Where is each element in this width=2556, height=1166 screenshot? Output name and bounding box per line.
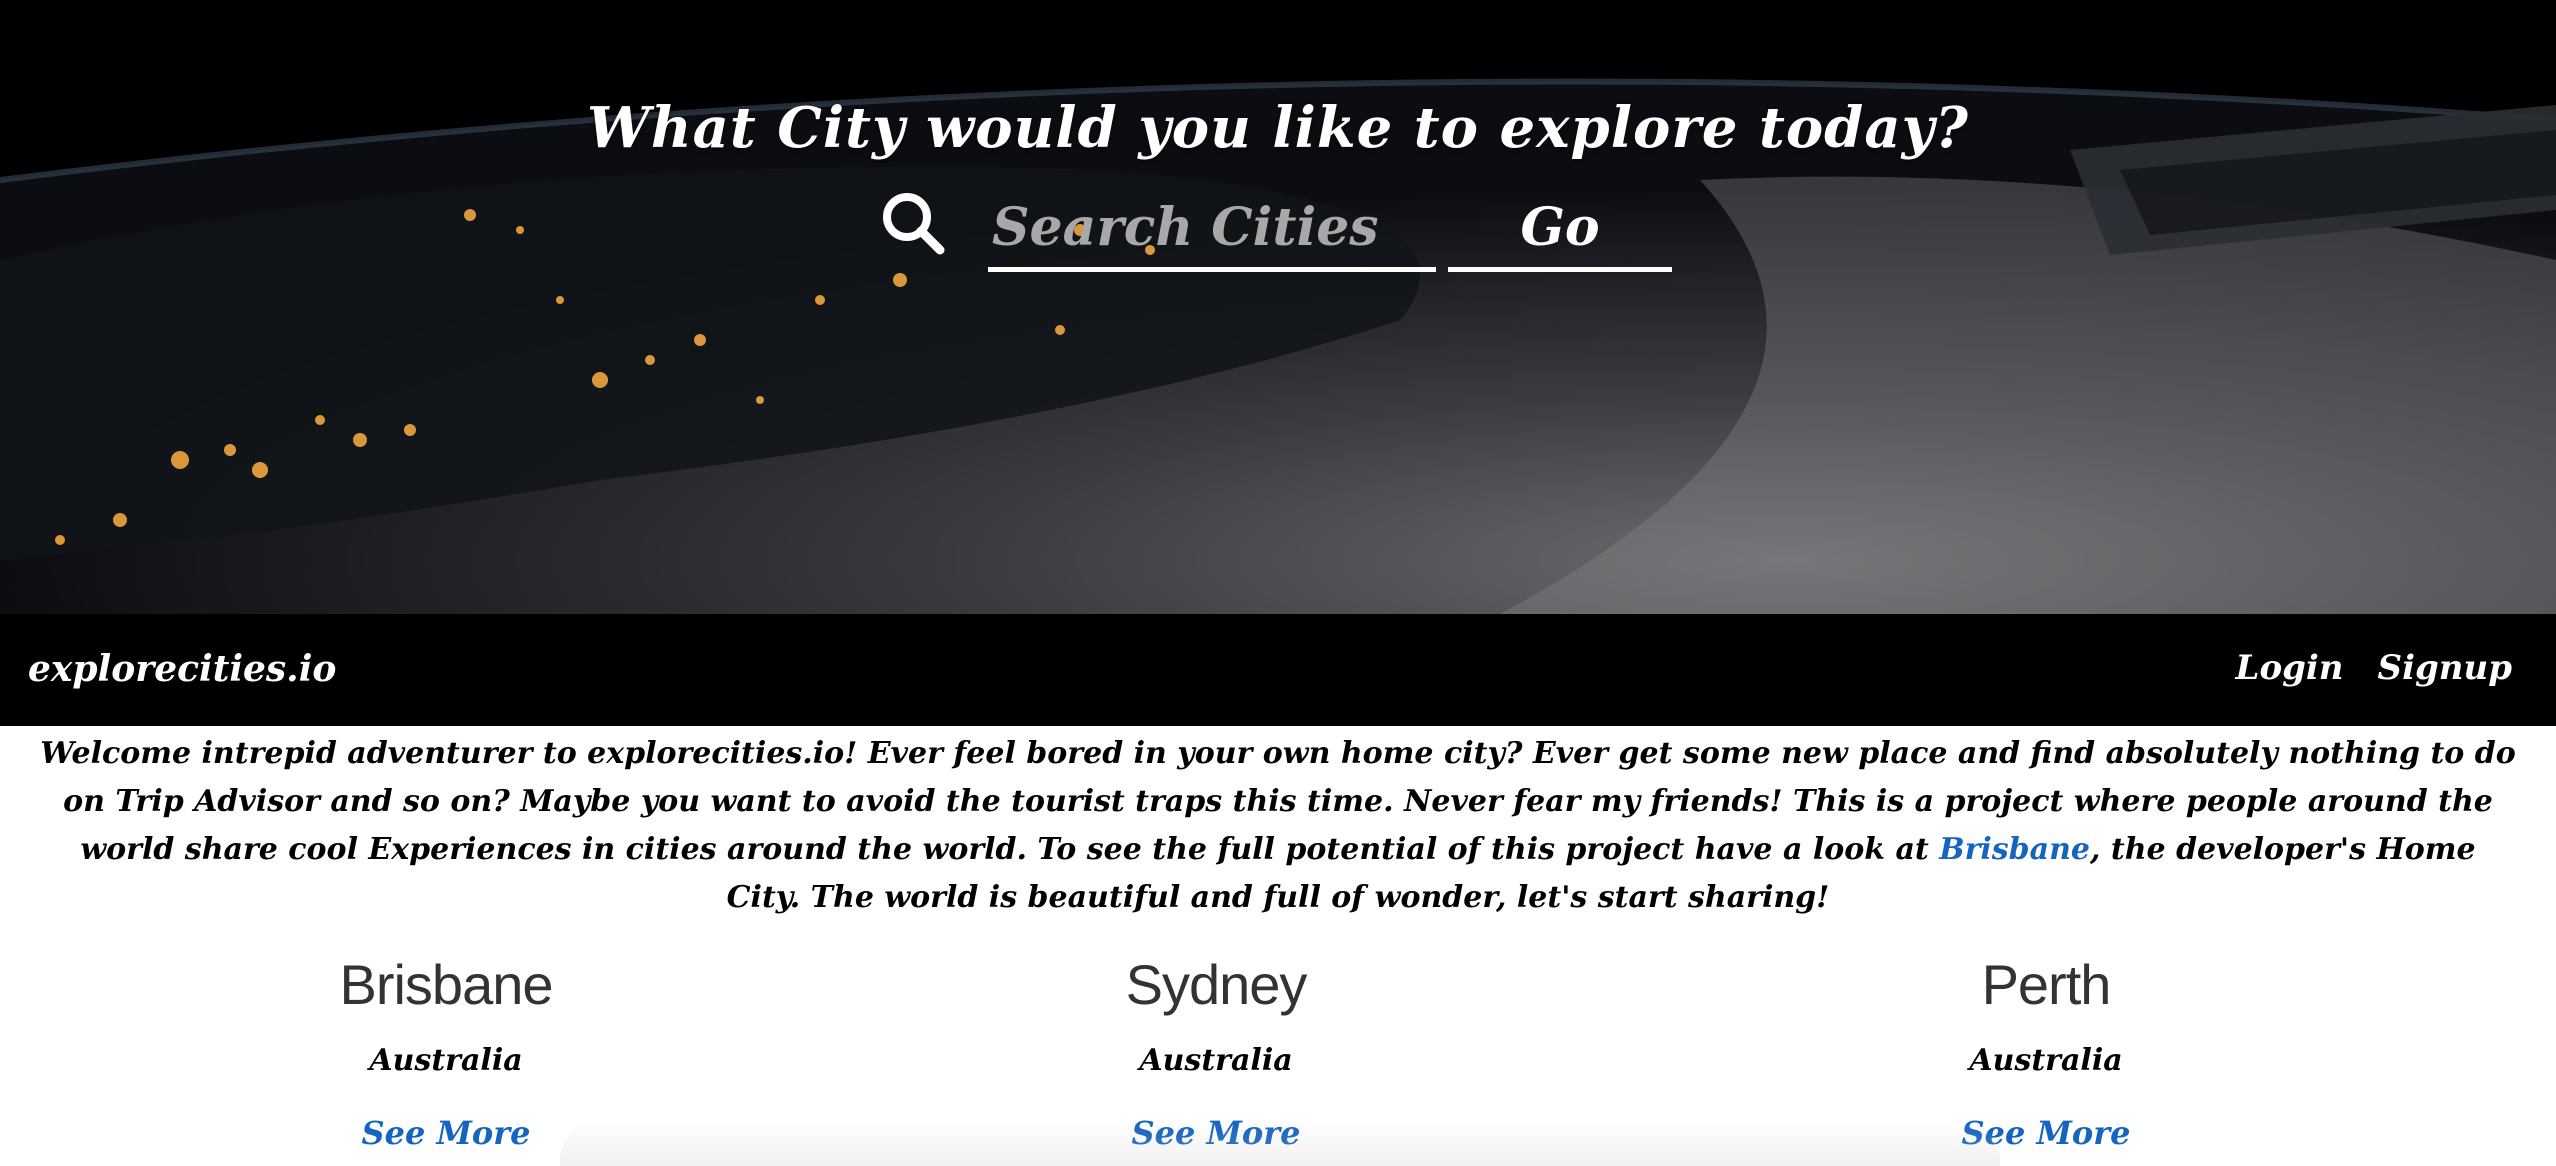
city-country: Australia (1139, 1043, 1293, 1078)
intro-paragraph: Welcome intrepid adventurer to exploreci… (40, 730, 2516, 922)
earth-night-background-image (0, 0, 2556, 614)
hero-banner: What City would you like to explore toda… (0, 0, 2556, 614)
city-country: Australia (369, 1043, 523, 1078)
brand-link[interactable]: explorecities.io (28, 648, 336, 690)
search-cities-input[interactable] (988, 182, 1436, 272)
city-name: Sydney (1125, 953, 1308, 1016)
see-more-link-brisbane[interactable]: See More (362, 1114, 531, 1152)
city-card-sydney: Sydney Australia See More (956, 952, 1476, 1152)
hero-title: What City would you like to explore toda… (587, 95, 1969, 161)
see-more-link-sydney[interactable]: See More (1132, 1114, 1301, 1152)
search-icon (883, 193, 945, 255)
city-name: Perth (1981, 953, 2112, 1016)
navbar: explorecities.io Login Signup (0, 614, 2556, 726)
go-button[interactable]: Go (1448, 182, 1672, 272)
city-card-brisbane: Brisbane Australia See More (186, 952, 706, 1152)
nav-links: Login Signup (2236, 648, 2512, 688)
city-card-perth: Perth Australia See More (1786, 952, 2306, 1152)
brisbane-intro-link[interactable]: Brisbane (1939, 832, 2090, 867)
signup-link[interactable]: Signup (2378, 648, 2512, 688)
city-name: Brisbane (339, 953, 553, 1016)
see-more-link-perth[interactable]: See More (1962, 1114, 2131, 1152)
login-link[interactable]: Login (2236, 648, 2344, 688)
city-country: Australia (1969, 1043, 2123, 1078)
